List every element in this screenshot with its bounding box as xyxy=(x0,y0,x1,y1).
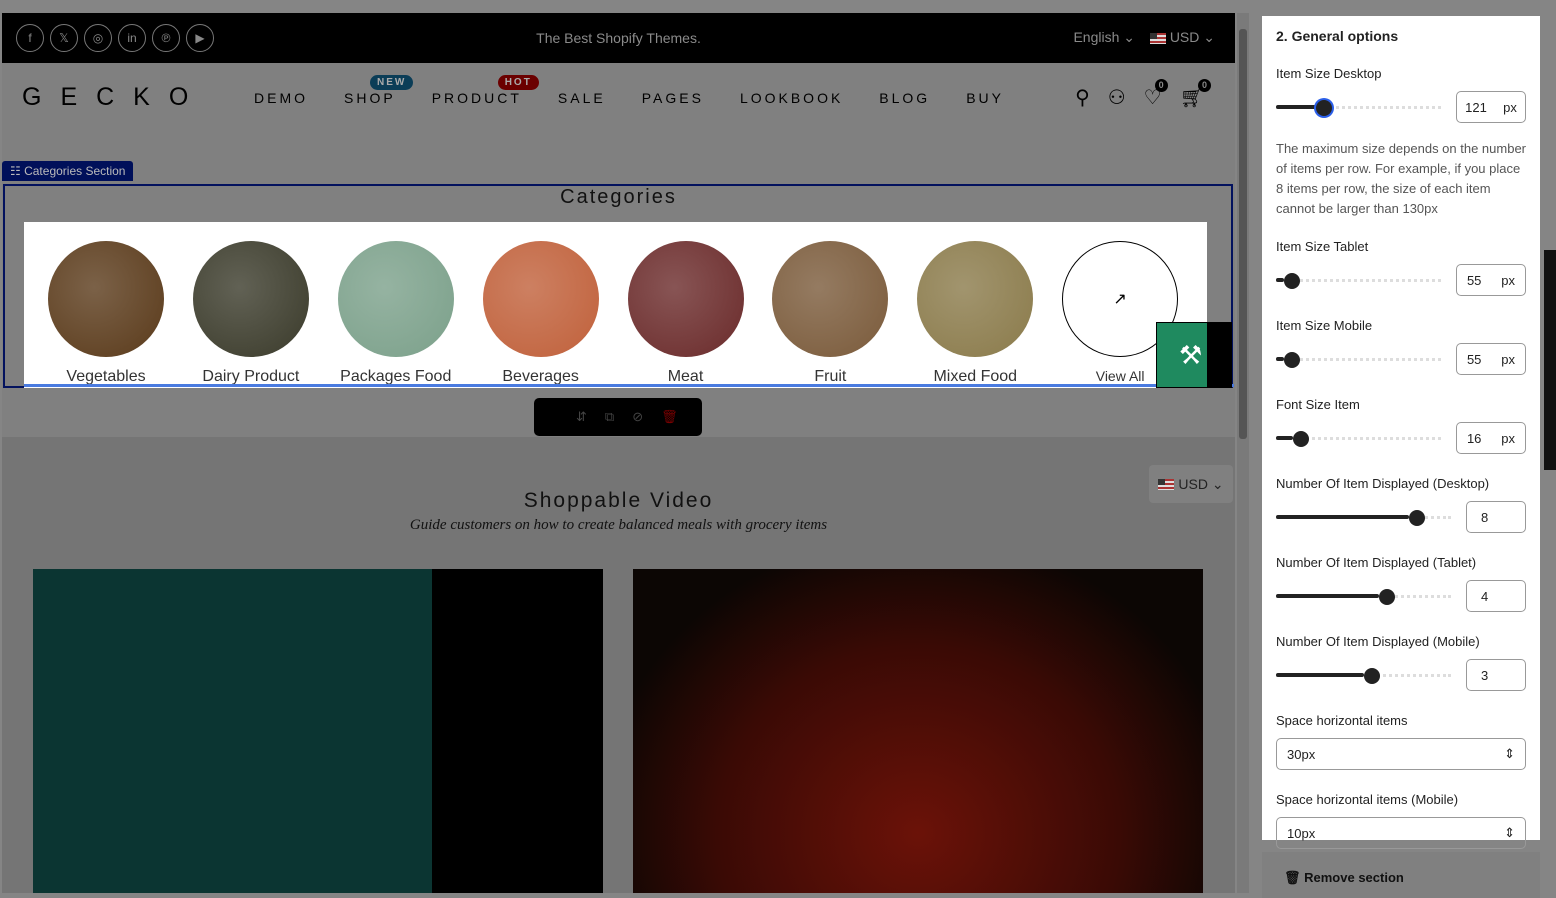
field-label: Number Of Item Displayed (Desktop) xyxy=(1276,476,1490,491)
nav-item-product[interactable]: PRODUCT HOT xyxy=(432,75,539,106)
slider-handle[interactable] xyxy=(1379,589,1396,605)
section-divider xyxy=(24,384,1234,387)
field-label: Space horizontal items (Mobile) xyxy=(1276,792,1459,807)
items-desktop-slider[interactable] xyxy=(1276,510,1451,526)
stepper-icon: ⇕ xyxy=(1504,825,1515,840)
category-item[interactable]: Packages Food xyxy=(337,222,483,388)
category-image xyxy=(337,241,454,357)
panel-heading: 2. General options xyxy=(1276,28,1399,44)
item-size-desktop-slider[interactable] xyxy=(1276,100,1441,116)
category-item[interactable]: Beverages xyxy=(482,222,628,388)
search-icon[interactable]: ⚲ xyxy=(1075,85,1090,110)
video-card[interactable] xyxy=(633,569,1203,893)
us-flag-icon xyxy=(1158,478,1175,490)
section-tag[interactable]: ☷ Categories Section xyxy=(2,161,134,181)
item-size-mobile-slider[interactable] xyxy=(1276,352,1441,368)
category-image xyxy=(48,241,164,357)
hide-icon[interactable]: ⊘ xyxy=(632,409,643,425)
cart-icon[interactable]: 🛒︎ 0 xyxy=(1180,79,1211,110)
section-subtitle: Guide customers on how to create balance… xyxy=(409,517,828,533)
account-icon[interactable]: ⚇ xyxy=(1108,85,1126,110)
duplicate-icon[interactable]: ⧉ xyxy=(605,409,614,425)
delete-icon[interactable]: 🗑︎ xyxy=(661,409,678,425)
field-label: Item Size Mobile xyxy=(1276,318,1373,333)
field-label: Space horizontal items xyxy=(1276,713,1408,728)
main-menu: DEMO SHOP NEW PRODUCT HOT SALE PAGES LOOKBOOK BL… xyxy=(254,75,1040,106)
slider-handle[interactable] xyxy=(1363,668,1380,684)
field-label: Font Size Item xyxy=(1276,397,1360,412)
store-preview: f 𝕏 ◎ in ℗ ▶ The Best Shopify Themes. En… xyxy=(2,13,1235,893)
remove-section-button[interactable]: 🗑︎ Remove section xyxy=(1262,852,1540,898)
items-tablet-slider[interactable] xyxy=(1276,589,1451,605)
font-size-input[interactable]: 16 px xyxy=(1456,422,1526,454)
slider-handle[interactable] xyxy=(1315,100,1332,116)
field-label: Item Size Tablet xyxy=(1276,239,1369,254)
nav-item-buy[interactable]: BUY xyxy=(966,90,1004,106)
font-size-slider[interactable] xyxy=(1276,431,1441,447)
settings-panel: 2. General options Item Size Desktop 121 p… xyxy=(1262,16,1540,849)
currency-label: USD ⌄ xyxy=(1169,29,1215,45)
categories-title: Categories xyxy=(560,186,677,208)
currency-selector[interactable]: USD ⌄ xyxy=(1149,29,1215,46)
nav-item-blog[interactable]: BLOG xyxy=(879,90,930,106)
video-card[interactable] xyxy=(33,569,603,893)
panel-scrollbar[interactable] xyxy=(1544,250,1556,470)
space-h-mobile-select[interactable]: 10px ⇕ xyxy=(1276,817,1526,849)
section-actions-toolbar: ⇵ ⧉ ⊘ 🗑︎ xyxy=(534,398,702,436)
slider-handle[interactable] xyxy=(1284,273,1301,289)
menu-badge: HOT xyxy=(497,75,539,90)
items-desktop-input[interactable]: 8 xyxy=(1466,501,1526,533)
menu-badge: NEW xyxy=(370,75,414,90)
category-image xyxy=(482,241,599,357)
category-image xyxy=(772,241,889,357)
category-item[interactable]: Fruit xyxy=(772,222,917,388)
category-image xyxy=(917,241,1034,357)
us-flag-icon xyxy=(1149,32,1166,44)
logo[interactable]: GECKO xyxy=(22,83,207,112)
nav-item-sale[interactable]: SALE xyxy=(558,90,606,106)
category-item[interactable]: Dairy Product xyxy=(192,222,338,388)
items-mobile-input[interactable]: 3 xyxy=(1466,659,1526,691)
slider-handle[interactable] xyxy=(1284,352,1301,368)
wishlist-icon[interactable]: ♡ 0 xyxy=(1144,79,1168,110)
category-image xyxy=(627,241,744,357)
slider-handle[interactable] xyxy=(1409,510,1425,526)
item-size-tablet-slider[interactable] xyxy=(1276,273,1441,289)
item-size-tablet-input[interactable]: 55 px xyxy=(1456,264,1526,296)
stepper-icon: ⇕ xyxy=(1504,746,1515,761)
announcement-bar: f 𝕏 ◎ in ℗ ▶ The Best Shopify Themes. En… xyxy=(2,13,1235,63)
space-h-select[interactable]: 30px ⇕ xyxy=(1276,738,1526,770)
shoppable-video-section: USD ⌄ Shoppable Video Guide customers on… xyxy=(2,437,1235,893)
nav-item-pages[interactable]: PAGES xyxy=(642,90,704,106)
nav-item-demo[interactable]: DEMO xyxy=(254,90,308,106)
field-label: Number Of Item Displayed (Tablet) xyxy=(1276,555,1477,570)
tagline: The Best Shopify Themes. xyxy=(536,30,701,46)
items-tablet-input[interactable]: 4 xyxy=(1466,580,1526,612)
field-description: The maximum size depends on the number o… xyxy=(1276,141,1527,216)
category-image xyxy=(192,241,309,357)
field-label: Item Size Desktop xyxy=(1276,66,1382,81)
items-mobile-slider[interactable] xyxy=(1276,668,1451,684)
slider-handle[interactable] xyxy=(1292,431,1309,447)
nav-item-shop[interactable]: SHOP NEW xyxy=(344,75,414,106)
wishlist-count: 0 xyxy=(1154,79,1168,92)
customize-tools-button[interactable]: ⚒ xyxy=(1156,322,1232,388)
language-selector[interactable]: English ⌄ xyxy=(1073,29,1135,46)
section-title: Shoppable Video xyxy=(523,489,714,512)
cart-count: 0 xyxy=(1198,79,1211,92)
category-item[interactable]: Mixed Food xyxy=(917,222,1062,388)
category-item[interactable]: Meat xyxy=(627,222,773,388)
nav-item-lookbook[interactable]: LOOKBOOK xyxy=(740,90,843,106)
item-size-desktop-input[interactable]: 121 px xyxy=(1456,91,1526,123)
field-label: Number Of Item Displayed (Mobile) xyxy=(1276,634,1480,649)
move-icon[interactable]: ⇵ xyxy=(576,409,587,425)
header-nav: GECKO DEMO SHOP NEW PRODUCT HOT SALE PAGES LOOK… xyxy=(2,63,1235,133)
categories-list: Vegetables Dairy Product Packages Food Beve… xyxy=(24,222,1207,388)
item-size-mobile-input[interactable]: 55 px xyxy=(1456,343,1526,375)
trash-icon: 🗑︎ xyxy=(1284,870,1305,885)
preview-scrollbar[interactable] xyxy=(1237,13,1249,893)
category-item[interactable]: Vegetables xyxy=(48,222,193,388)
remove-label: Remove section xyxy=(1304,870,1404,885)
